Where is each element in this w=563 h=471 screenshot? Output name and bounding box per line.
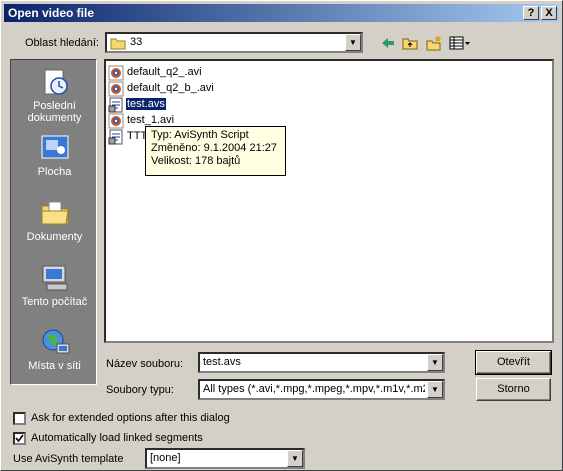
script-file-icon xyxy=(108,97,123,113)
place-label: Dokumenty xyxy=(26,231,83,243)
location-value: 33 xyxy=(130,36,143,48)
place-label: Plocha xyxy=(37,166,72,178)
chevron-down-icon[interactable]: ▼ xyxy=(427,354,443,371)
back-icon[interactable] xyxy=(378,33,398,53)
checkmark-icon xyxy=(15,434,24,443)
filetype-select[interactable]: All types (*.avi,*.mpg,*.mpeg,*.mpv,*.m1… xyxy=(198,379,445,400)
place-recent-documents[interactable]: Poslední dokumenty xyxy=(11,66,98,124)
open-video-dialog: Open video file ? X Oblast hledání: 33 ▼… xyxy=(0,0,563,471)
filename-value: test.avs xyxy=(203,356,241,368)
view-menu-icon[interactable] xyxy=(448,33,472,53)
chevron-down-icon[interactable]: ▼ xyxy=(427,381,443,398)
place-label: Poslední dokumenty xyxy=(27,100,82,124)
documents-folder-icon xyxy=(41,201,69,225)
my-computer-icon xyxy=(42,265,67,291)
template-label: Use AviSynth template xyxy=(13,453,124,465)
template-select[interactable]: [none] ▼ xyxy=(145,448,305,469)
video-file-icon xyxy=(108,81,124,97)
autoload-segments-checkbox[interactable] xyxy=(13,432,26,445)
tooltip-type: Typ: AviSynth Script xyxy=(151,129,249,141)
file-name: test_1.avi xyxy=(127,114,175,126)
file-name: default_q2_.avi xyxy=(127,66,202,78)
file-name: default_q2_b_.avi xyxy=(127,82,214,94)
tooltip-modified: Změněno: 9.1.2004 21:27 xyxy=(151,142,277,154)
place-my-computer[interactable]: Tento počítač xyxy=(11,262,98,308)
place-label: Místa v síti xyxy=(28,360,81,372)
file-name: test.avs xyxy=(126,98,166,110)
chevron-down-icon[interactable]: ▼ xyxy=(287,450,303,467)
file-list[interactable]: default_q2_.avi default_q2_b_.avi test.a… xyxy=(104,59,554,343)
filename-field[interactable]: test.avs ▼ xyxy=(198,352,445,373)
autoload-segments-label: Automatically load linked segments xyxy=(31,432,203,444)
video-file-icon xyxy=(108,113,124,129)
help-button[interactable]: ? xyxy=(523,6,539,20)
location-combo[interactable]: 33 ▼ xyxy=(105,32,363,53)
extended-options-checkbox[interactable] xyxy=(13,412,26,425)
window-title: Open video file xyxy=(8,6,95,20)
place-documents[interactable]: Dokumenty xyxy=(11,197,98,243)
filetype-label: Soubory typu: xyxy=(106,384,174,396)
extended-options-label: Ask for extended options after this dial… xyxy=(31,412,230,424)
video-file-icon xyxy=(108,65,124,81)
new-folder-icon[interactable] xyxy=(424,33,444,53)
place-label: Tento počítač xyxy=(21,296,88,308)
chevron-down-icon[interactable]: ▼ xyxy=(345,34,361,51)
file-info-tooltip: Typ: AviSynth Script Změněno: 9.1.2004 2… xyxy=(145,126,286,176)
template-value: [none] xyxy=(150,452,181,464)
open-button[interactable]: Otevřít xyxy=(475,350,552,375)
recent-documents-icon xyxy=(44,69,68,95)
up-folder-icon[interactable] xyxy=(400,33,420,53)
filetype-value: All types (*.avi,*.mpg,*.mpeg,*.mpv,*.m1… xyxy=(203,383,425,395)
place-desktop[interactable]: Plocha xyxy=(11,132,98,178)
filename-label: Název souboru: xyxy=(106,358,184,370)
location-label: Oblast hledání: xyxy=(25,37,99,49)
cancel-button[interactable]: Storno xyxy=(476,378,551,401)
places-bar: Poslední dokumenty Plocha Dokumenty Tent… xyxy=(10,59,97,385)
close-button[interactable]: X xyxy=(541,6,557,20)
script-file-icon xyxy=(108,129,123,145)
network-places-icon xyxy=(42,329,69,354)
place-network[interactable]: Místa v síti xyxy=(11,326,98,372)
folder-icon xyxy=(110,38,126,50)
title-bar[interactable]: Open video file ? X xyxy=(4,4,559,22)
tooltip-size: Velikost: 178 bajtů xyxy=(151,155,241,167)
desktop-icon xyxy=(41,135,68,159)
